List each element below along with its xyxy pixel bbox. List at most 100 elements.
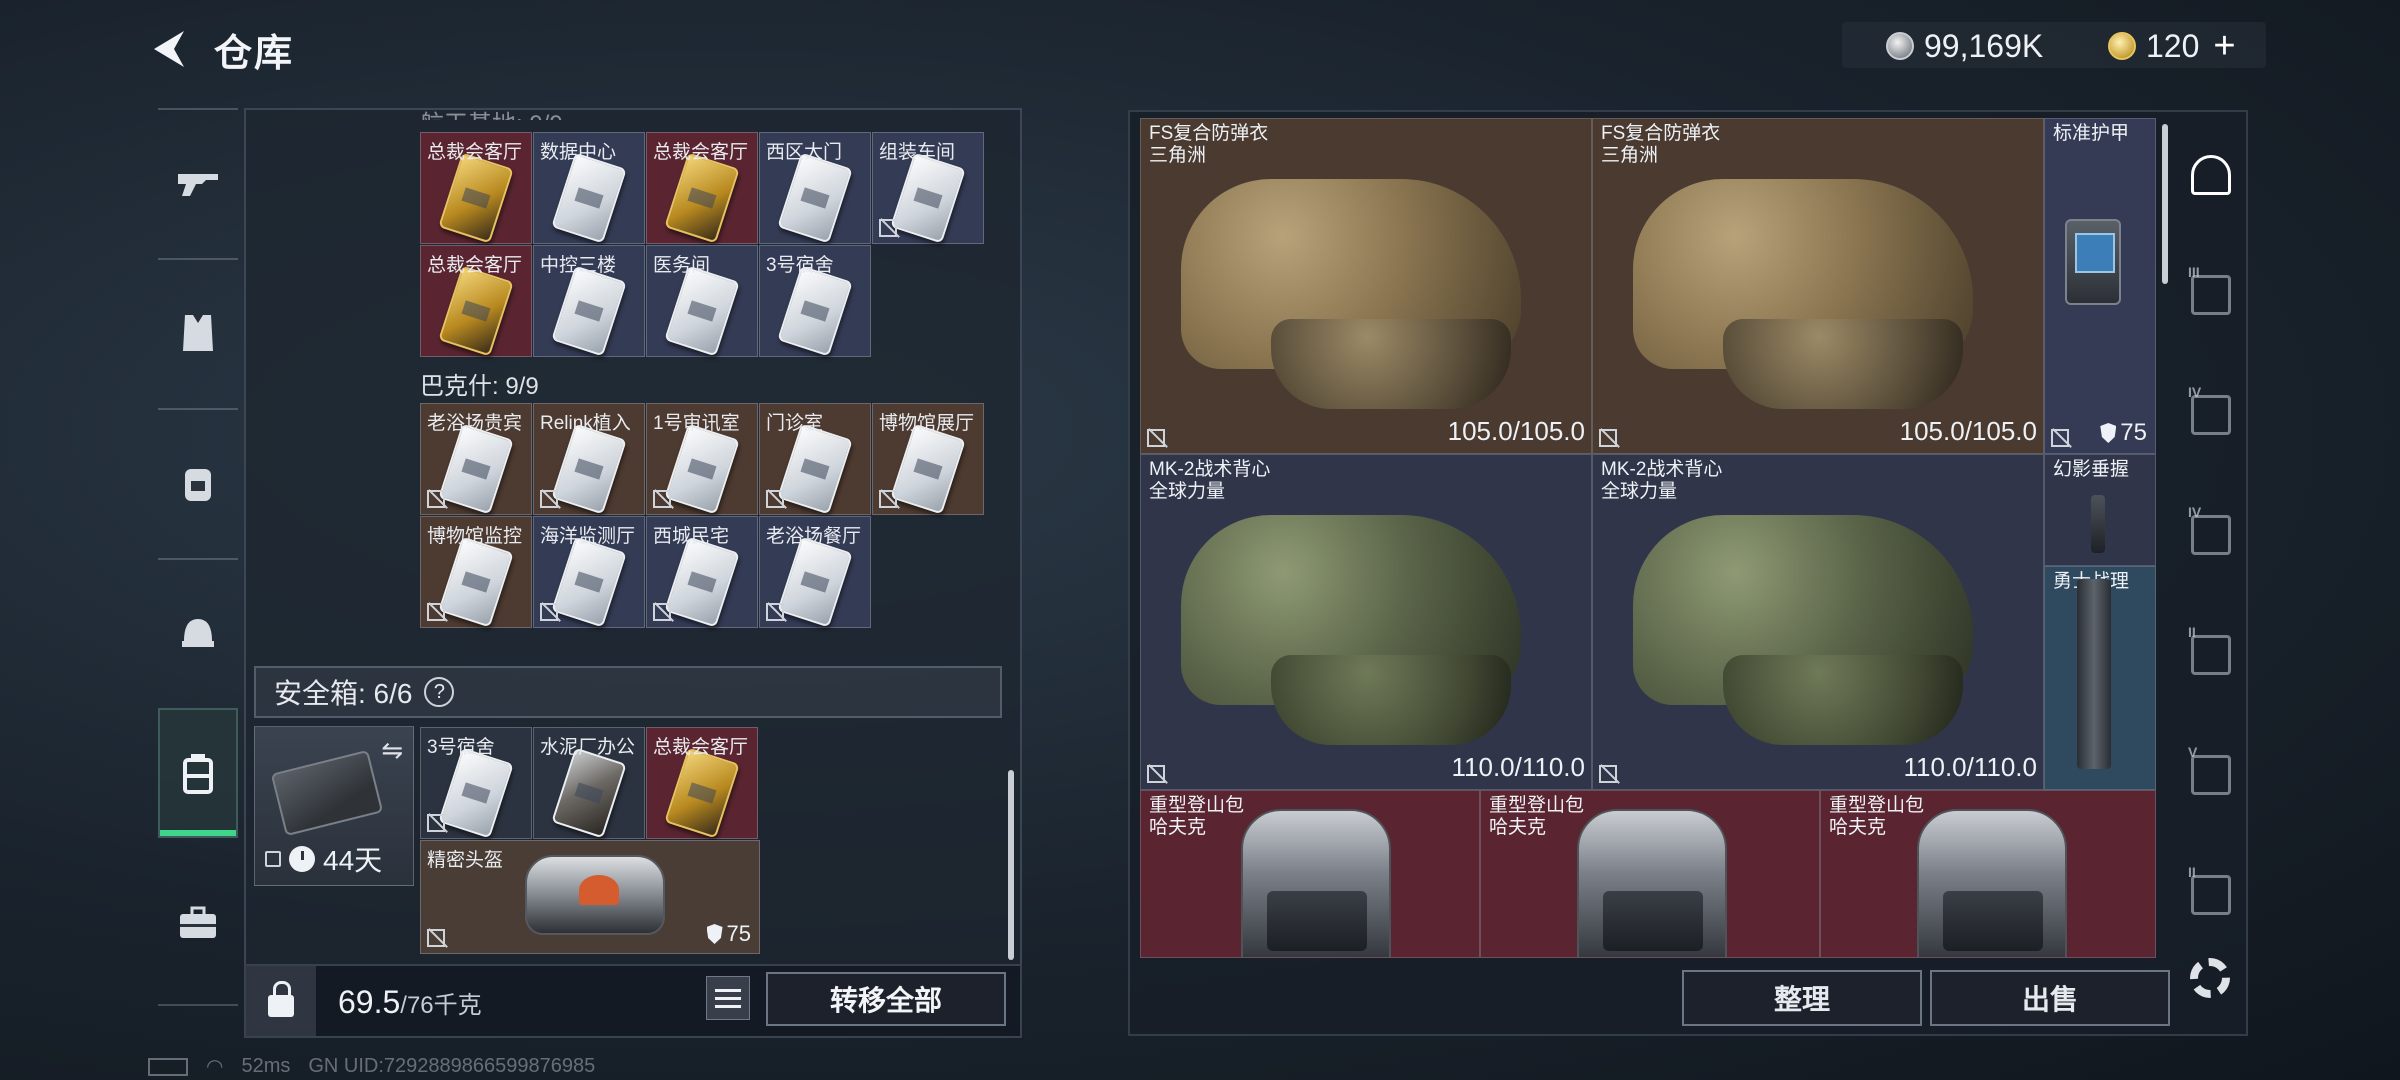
unbound-icon (653, 490, 671, 508)
list-icon (715, 988, 741, 992)
keycard-icon (551, 747, 627, 839)
item-armor-plate[interactable]: 标准护甲 75 (2044, 118, 2156, 454)
item-keycard[interactable]: 博物馆监控 (420, 516, 532, 628)
item-vest[interactable]: FS复合防弹衣 三角洲 105.0/105.0 (1592, 118, 2044, 454)
tab-filter-1[interactable]: III (2176, 250, 2246, 340)
keycard-icon (890, 152, 966, 244)
add-currency-icon[interactable]: + (2213, 25, 2235, 68)
vest-image (1181, 159, 1541, 409)
keycard-icon (438, 747, 514, 839)
back-arrow-icon (154, 31, 184, 67)
list-view-button[interactable] (706, 976, 750, 1020)
keycard-icon (551, 536, 627, 628)
item-keycard[interactable]: 博物馆展厅 (872, 403, 984, 515)
shield-icon (706, 924, 723, 944)
ping: 52ms (241, 1055, 291, 1077)
item-keycard[interactable]: Relink植入 (533, 403, 645, 515)
vest-image (1633, 159, 1993, 409)
item-vest[interactable]: MK-2战术背心 全球力量 110.0/110.0 (1592, 454, 2044, 790)
nav-container[interactable] (158, 708, 238, 838)
weight-readout: 69.5/76千克 (338, 984, 482, 1021)
safe-case-icon (270, 749, 384, 837)
item-keycard[interactable]: 水泥厂办公 (533, 727, 645, 839)
item-keycard[interactable]: 门诊室 (759, 403, 871, 515)
tab-filter-3[interactable]: IV (2176, 490, 2246, 580)
item-keycard[interactable]: 中控三楼 (533, 245, 645, 357)
unbound-icon (1147, 765, 1165, 783)
unbound-icon (1599, 765, 1617, 783)
tab-all[interactable] (2176, 130, 2246, 220)
lock-icon (265, 851, 281, 867)
item-keycard[interactable]: 3号宿舍 (759, 245, 871, 357)
item-rail[interactable]: 勇士战理 (2044, 566, 2156, 790)
tab-filter-2[interactable]: IV (2176, 370, 2246, 460)
filter-icon: IV (2188, 504, 2231, 555)
safe-box-slot[interactable]: ⇋ 44天 (254, 726, 414, 886)
item-name: 重型登山包 哈夫克 (1829, 795, 1925, 838)
stash-scrollbar[interactable] (1008, 770, 1014, 960)
item-name: 标准护甲 (2053, 123, 2130, 144)
item-keycard[interactable]: 西区大门 (759, 132, 871, 244)
backpack-image (1241, 809, 1391, 957)
transfer-all-button[interactable]: 转移全部 (766, 972, 1006, 1026)
item-backpack[interactable]: 重型登山包 哈夫克 (1480, 790, 1820, 958)
item-keycard[interactable]: 老浴场餐厅 (759, 516, 871, 628)
helmet-item-icon (525, 855, 665, 935)
item-keycard[interactable]: 数据中心 (533, 132, 645, 244)
page-title: 仓库 (214, 33, 295, 75)
safe-days: 44天 (323, 845, 383, 876)
group-title-top: 航天基地: 9/9 (420, 104, 563, 120)
item-keycard[interactable]: 组装车间 (872, 132, 984, 244)
nav-armor[interactable] (158, 268, 238, 398)
help-icon[interactable]: ? (424, 677, 455, 707)
gear-icon[interactable] (2190, 958, 2230, 998)
nav-divider (158, 408, 238, 410)
nav-helmet[interactable] (158, 568, 238, 698)
item-keycard[interactable]: 3号宿舍 (420, 727, 532, 839)
armor-value: 75 (2100, 419, 2147, 447)
keycard-icon (777, 152, 853, 244)
item-vest[interactable]: MK-2战术背心 全球力量 110.0/110.0 (1140, 454, 1592, 790)
weight-max: /76千克 (400, 992, 482, 1019)
nav-backpack[interactable] (158, 418, 238, 548)
item-keycard[interactable]: 老浴场贵宾 (420, 403, 532, 515)
gun-icon (178, 174, 218, 196)
toolbox-icon (180, 906, 216, 938)
item-keycard[interactable]: 总裁会客厅 (420, 132, 532, 244)
silver-coin-icon (1886, 32, 1914, 60)
sell-button[interactable]: 出售 (1930, 970, 2170, 1026)
tab-filter-4[interactable]: II (2176, 610, 2246, 700)
item-keycard[interactable]: 海洋监测厅 (533, 516, 645, 628)
unbound-icon (427, 490, 445, 508)
tab-filter-5[interactable]: V (2176, 730, 2246, 820)
item-backpack[interactable]: 重型登山包 哈夫克 (1140, 790, 1480, 958)
item-helmet[interactable]: 精密头盔 75 (420, 840, 760, 954)
item-grip[interactable]: 幻影垂握 (2044, 454, 2156, 566)
item-vest[interactable]: FS复合防弹衣 三角洲 105.0/105.0 (1140, 118, 1592, 454)
nav-toolbox[interactable] (158, 858, 238, 988)
item-keycard[interactable]: 总裁会客厅 (646, 727, 758, 839)
swap-icon[interactable]: ⇋ (381, 735, 403, 766)
item-keycard[interactable]: 总裁会客厅 (646, 132, 758, 244)
item-keycard[interactable]: 1号审讯室 (646, 403, 758, 515)
filter-tabs: III IV IV II V II (2176, 130, 2246, 950)
item-keycard[interactable]: 西城民宅 (646, 516, 758, 628)
filter-icon: V (2188, 744, 2231, 795)
unbound-icon (879, 490, 897, 508)
vest-image (1633, 495, 1993, 745)
back-button[interactable] (148, 24, 188, 74)
nav-divider (158, 258, 238, 260)
item-keycard[interactable]: 总裁会客厅 (420, 245, 532, 357)
rail-icon (2077, 579, 2111, 769)
keycard-icon (777, 265, 853, 357)
lock-button[interactable] (246, 966, 316, 1036)
item-keycard[interactable]: 医务间 (646, 245, 758, 357)
equipment-scrollbar[interactable] (2162, 124, 2168, 284)
tab-filter-6[interactable]: II (2176, 850, 2246, 940)
gold-currency[interactable]: 120 + (2108, 25, 2236, 68)
nav-weapons[interactable] (158, 118, 238, 248)
keycard-icon (890, 423, 966, 515)
item-backpack[interactable]: 重型登山包 哈夫克 (1820, 790, 2156, 958)
sort-button[interactable]: 整理 (1682, 970, 1922, 1026)
keycard-icon (438, 536, 514, 628)
